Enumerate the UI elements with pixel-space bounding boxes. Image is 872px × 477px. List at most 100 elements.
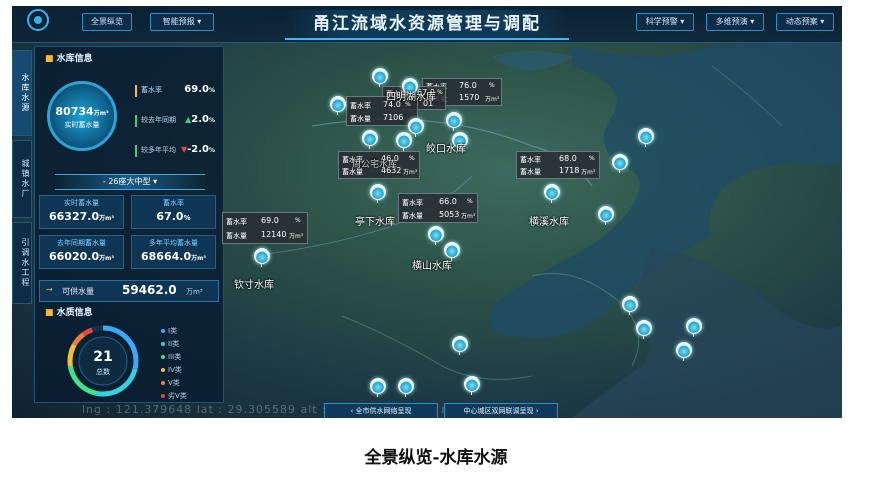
- label-hengxi: 横溪水库: [529, 217, 569, 228]
- supply-unit: 万m³: [186, 288, 203, 296]
- chevron-down-icon: ▾: [680, 17, 685, 26]
- total-storage-unit: 万m³: [93, 110, 109, 117]
- reservoir-pin[interactable]: [396, 132, 412, 151]
- reservoir-pin[interactable]: [446, 112, 462, 131]
- stat-vs-average: 较多年平均 ▼-2.0%: [135, 144, 221, 159]
- reservoir-pin[interactable]: [444, 242, 460, 261]
- reservoir-pin[interactable]: [636, 320, 652, 339]
- popup-rate-label: 蓄水率: [402, 199, 423, 207]
- cell-value: 66020.0万m³: [40, 250, 123, 263]
- nav-warning-button[interactable]: 科学预警 ▾: [636, 13, 694, 31]
- popup-rate-unit: %: [437, 89, 443, 96]
- reservoir-pin[interactable]: [686, 318, 702, 337]
- water-quality-total: 21: [93, 349, 113, 365]
- label-zhougongzhai: 周公宅水库: [352, 160, 398, 170]
- label-tingxia: 亭下水库: [355, 217, 395, 228]
- reservoir-pin[interactable]: [254, 248, 270, 267]
- cell-unit: %: [183, 214, 191, 222]
- nav-warning-label: 科学预警: [645, 17, 678, 26]
- tab-waterworks[interactable]: 城镇水厂: [12, 140, 32, 218]
- popup-store-unit: 万m³: [461, 213, 476, 220]
- nav-overview-button[interactable]: 全景纵览: [82, 13, 132, 31]
- cell-label: 去年同期蓄水量: [57, 239, 106, 247]
- cell-unit: 万m³: [99, 255, 114, 262]
- popup-rate-value: 76.0: [459, 81, 477, 90]
- legend-class-6: 劣V类: [161, 391, 187, 401]
- citywide-network-label: 全市供水网络呈现: [355, 407, 412, 415]
- reservoir-type-select[interactable]: - 26座大中型 ▾: [55, 174, 205, 190]
- popup-rate-value: 69.0: [261, 216, 279, 225]
- label-hengshan: 横山水库: [412, 261, 452, 272]
- popup-rate-value: 66.0: [439, 197, 457, 206]
- nav-simulation-label: 多维预演: [715, 17, 748, 26]
- popup-store-value: 12140: [261, 230, 287, 239]
- reservoir-pin[interactable]: [598, 206, 614, 225]
- citywide-network-button[interactable]: ‹ 全市供水网络呈现: [324, 403, 438, 418]
- popup-store-unit: 万m³: [485, 96, 500, 103]
- legend-label: 劣V类: [168, 392, 187, 400]
- downtown-dual-network-button[interactable]: 中心城区双网联调呈现 ›: [444, 403, 558, 418]
- reservoir-pin[interactable]: [428, 226, 444, 245]
- reservoir-pin[interactable]: [612, 154, 628, 173]
- cell-value: 68664.0万m³: [132, 250, 215, 263]
- cell-storage-rate: 蓄水率 67.0%: [131, 195, 216, 229]
- chevron-down-icon: ▾: [750, 17, 755, 26]
- tab-diversion[interactable]: 引调水工程: [12, 222, 32, 304]
- popup-reservoir-5[interactable]: 蓄水率 68.0 % 蓄水量 1718 万m³: [516, 151, 600, 179]
- type-select-value: 26座大中型: [108, 177, 151, 186]
- nav-forecast-button[interactable]: 智能预报 ▾: [150, 13, 214, 31]
- legend-label: V类: [168, 379, 180, 387]
- reservoir-pin[interactable]: [362, 130, 378, 149]
- cell-average-storage: 多年平均蓄水量 68664.0万m³: [131, 235, 216, 269]
- water-quality-heading: ■ 水质信息: [45, 305, 93, 318]
- logo-icon: [27, 9, 49, 31]
- nav-simulation-button[interactable]: 多维预演 ▾: [706, 13, 764, 31]
- nav-plan-button[interactable]: 动态预案 ▾: [776, 13, 834, 31]
- popup-store-label: 蓄水量: [520, 168, 541, 176]
- top-bar: 全景纵览 智能预报 ▾ 甬江流域水资源管理与调配 科学预警 ▾ 多维预演 ▾ 动…: [12, 6, 842, 43]
- total-storage-value: 80734万m³: [47, 105, 117, 118]
- stat-unit: %: [208, 147, 215, 154]
- popup-rate-unit: %: [295, 217, 301, 224]
- stat-label: 蓄水率: [141, 86, 162, 94]
- reservoir-pin[interactable]: [544, 184, 560, 203]
- reservoir-pin[interactable]: [464, 376, 480, 395]
- stat-value: 69.0%: [184, 84, 215, 95]
- cell-unit: 万m³: [191, 255, 206, 262]
- reservoir-panel: ■ 水库信息 80734万m³ 实时蓄水量 蓄水率 69.0% 较去年同期 ▲2…: [34, 46, 224, 403]
- popup-rate-unit: %: [467, 198, 473, 205]
- reservoir-pin[interactable]: [330, 96, 346, 115]
- reservoir-pin[interactable]: [676, 342, 692, 361]
- popup-reservoir-7[interactable]: 蓄水率 69.0 % 蓄水量 12140 万m³: [222, 212, 308, 244]
- label-jiaokou: 皎口水库: [426, 144, 466, 155]
- reservoir-pin[interactable]: [370, 184, 386, 203]
- reservoir-pin[interactable]: [372, 68, 388, 87]
- reservoir-pin[interactable]: [408, 118, 424, 137]
- popup-rate-label: 蓄水率: [350, 102, 371, 110]
- popup-reservoir-6[interactable]: 蓄水率 66.0 % 蓄水量 5053 万m³: [398, 193, 478, 223]
- popup-rate-label: 蓄水率: [520, 156, 541, 164]
- cell-value-number: 66327.0: [49, 210, 100, 223]
- stat-label: 较去年同期: [141, 116, 176, 124]
- reservoir-info-heading-text: 水库信息: [56, 54, 93, 64]
- tab-reservoir[interactable]: 水库水源: [12, 50, 32, 136]
- stat-value: ▲2.0%: [185, 114, 215, 125]
- reservoir-pin[interactable]: [622, 296, 638, 315]
- chevron-down-icon: ▾: [197, 17, 202, 26]
- reservoir-pin[interactable]: [452, 336, 468, 355]
- chevron-down-icon: ▾: [150, 177, 158, 186]
- stat-label: 较多年平均: [141, 146, 176, 154]
- stat-unit: %: [208, 117, 215, 124]
- stat-value-number: 2.0: [191, 114, 209, 125]
- legend-dot: [161, 329, 165, 333]
- chevron-down-icon: ▾: [820, 17, 825, 26]
- dashboard-screen: 全景纵览 智能预报 ▾ 甬江流域水资源管理与调配 科学预警 ▾ 多维预演 ▾ 动…: [12, 6, 842, 418]
- legend-dot: [161, 394, 165, 398]
- reservoir-pin[interactable]: [370, 378, 386, 397]
- stat-vs-last-year: 较去年同期 ▲2.0%: [135, 114, 221, 129]
- figure-caption: 全景纵览-水库水源: [364, 448, 508, 468]
- reservoir-pin[interactable]: [398, 378, 414, 397]
- water-quality-total-label: 总数: [96, 368, 110, 376]
- reservoir-pin[interactable]: [638, 128, 654, 147]
- legend-dot: [161, 368, 165, 372]
